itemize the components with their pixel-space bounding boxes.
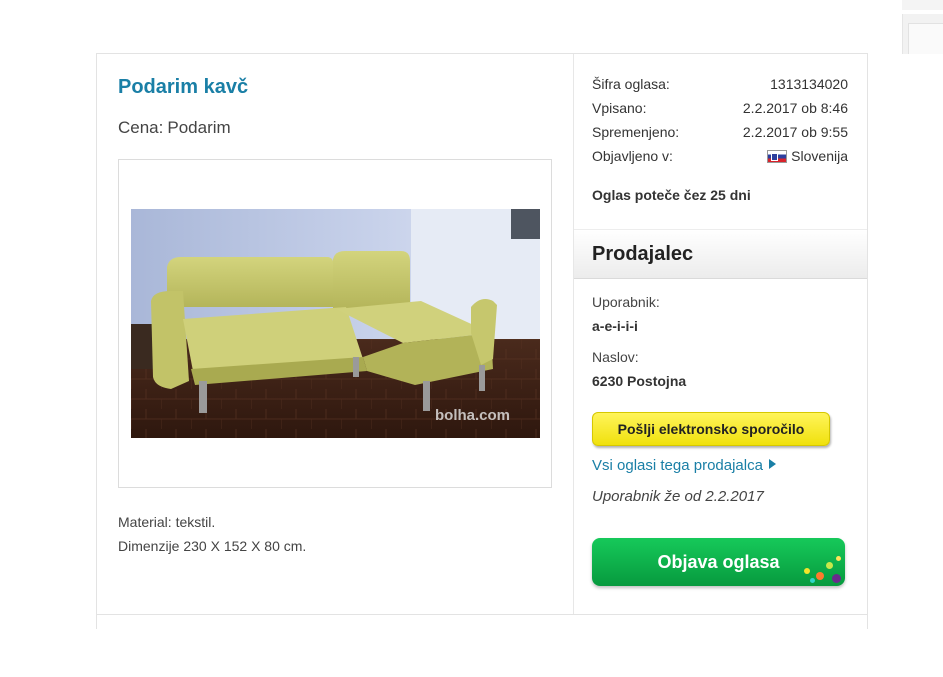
meta-value-country: Slovenija [767, 148, 848, 164]
arrow-right-icon [768, 459, 776, 469]
ad-card: Podarim kavč Cena: Podarim bolha.com Mat… [96, 53, 868, 629]
meta-value: 2.2.2017 ob 8:46 [742, 100, 848, 116]
ad-sidebar: Šifra oglasa: 1313134020 Vpisano: 2.2.20… [574, 54, 867, 629]
decor-dot-icon [832, 574, 841, 583]
top-right-panel-inner [908, 23, 943, 54]
meta-value: 2.2.2017 ob 9:55 [742, 124, 848, 140]
photo-watermark: bolha.com [435, 407, 510, 424]
seller-heading: Prodajalec [592, 243, 694, 265]
meta-key: Objavljeno v: [592, 148, 673, 164]
all-seller-ads-link[interactable]: Vsi oglasi tega prodajalca [592, 457, 776, 474]
expiry-notice: Oglas poteče čez 25 dni [592, 187, 751, 203]
decor-dot-icon [816, 572, 824, 580]
ad-price: Cena: Podarim [118, 118, 231, 138]
meta-row-ad-id: Šifra oglasa: 1313134020 [592, 76, 848, 96]
slovenia-flag-icon [767, 150, 788, 163]
seller-header: Prodajalec [574, 229, 867, 279]
ad-title: Podarim kavč [118, 76, 249, 98]
send-message-button[interactable]: Pošlji elektronsko sporočilo [592, 412, 830, 446]
meta-row-posted: Vpisano: 2.2.2017 ob 8:46 [592, 100, 848, 120]
decor-dot-icon [804, 568, 810, 574]
top-right-panel [902, 0, 943, 10]
top-right-panel-frame [902, 14, 943, 54]
description-line: Dimenzije 230 X 152 X 80 cm. [118, 538, 307, 554]
meta-value: 1313134020 [770, 76, 848, 92]
decor-dot-icon [826, 562, 833, 569]
all-ads-label: Vsi oglasi tega prodajalca [592, 457, 763, 474]
card-divider [96, 614, 868, 615]
user-value: a-e-i-i-i [592, 318, 638, 334]
member-since: Uporabnik že od 2.2.2017 [592, 488, 764, 505]
meta-key: Šifra oglasa: [592, 76, 670, 92]
ad-photo[interactable]: bolha.com [131, 209, 540, 438]
price-value: Podarim [167, 118, 231, 137]
meta-key: Vpisano: [592, 100, 647, 116]
user-label: Uporabnik: [592, 294, 660, 310]
country-name: Slovenija [791, 148, 848, 164]
address-value: 6230 Postojna [592, 373, 687, 389]
decor-dot-icon [836, 556, 841, 561]
price-label: Cena: [118, 118, 164, 137]
meta-key: Spremenjeno: [592, 124, 680, 140]
address-label: Naslov: [592, 349, 639, 365]
ad-description: Material: tekstil. Dimenzije 230 X 152 X… [118, 510, 306, 558]
meta-row-published-in: Objavljeno v: Slovenija [592, 148, 848, 168]
publish-ad-button[interactable]: Objava oglasa [592, 538, 845, 586]
ad-main-column: Podarim kavč Cena: Podarim bolha.com Mat… [97, 54, 574, 614]
description-line: Material: tekstil. [118, 514, 216, 530]
photo-frame[interactable]: bolha.com [118, 159, 552, 488]
decor-dot-icon [810, 578, 815, 583]
meta-row-modified: Spremenjeno: 2.2.2017 ob 9:55 [592, 124, 848, 144]
publish-ad-label: Objava oglasa [657, 551, 780, 572]
